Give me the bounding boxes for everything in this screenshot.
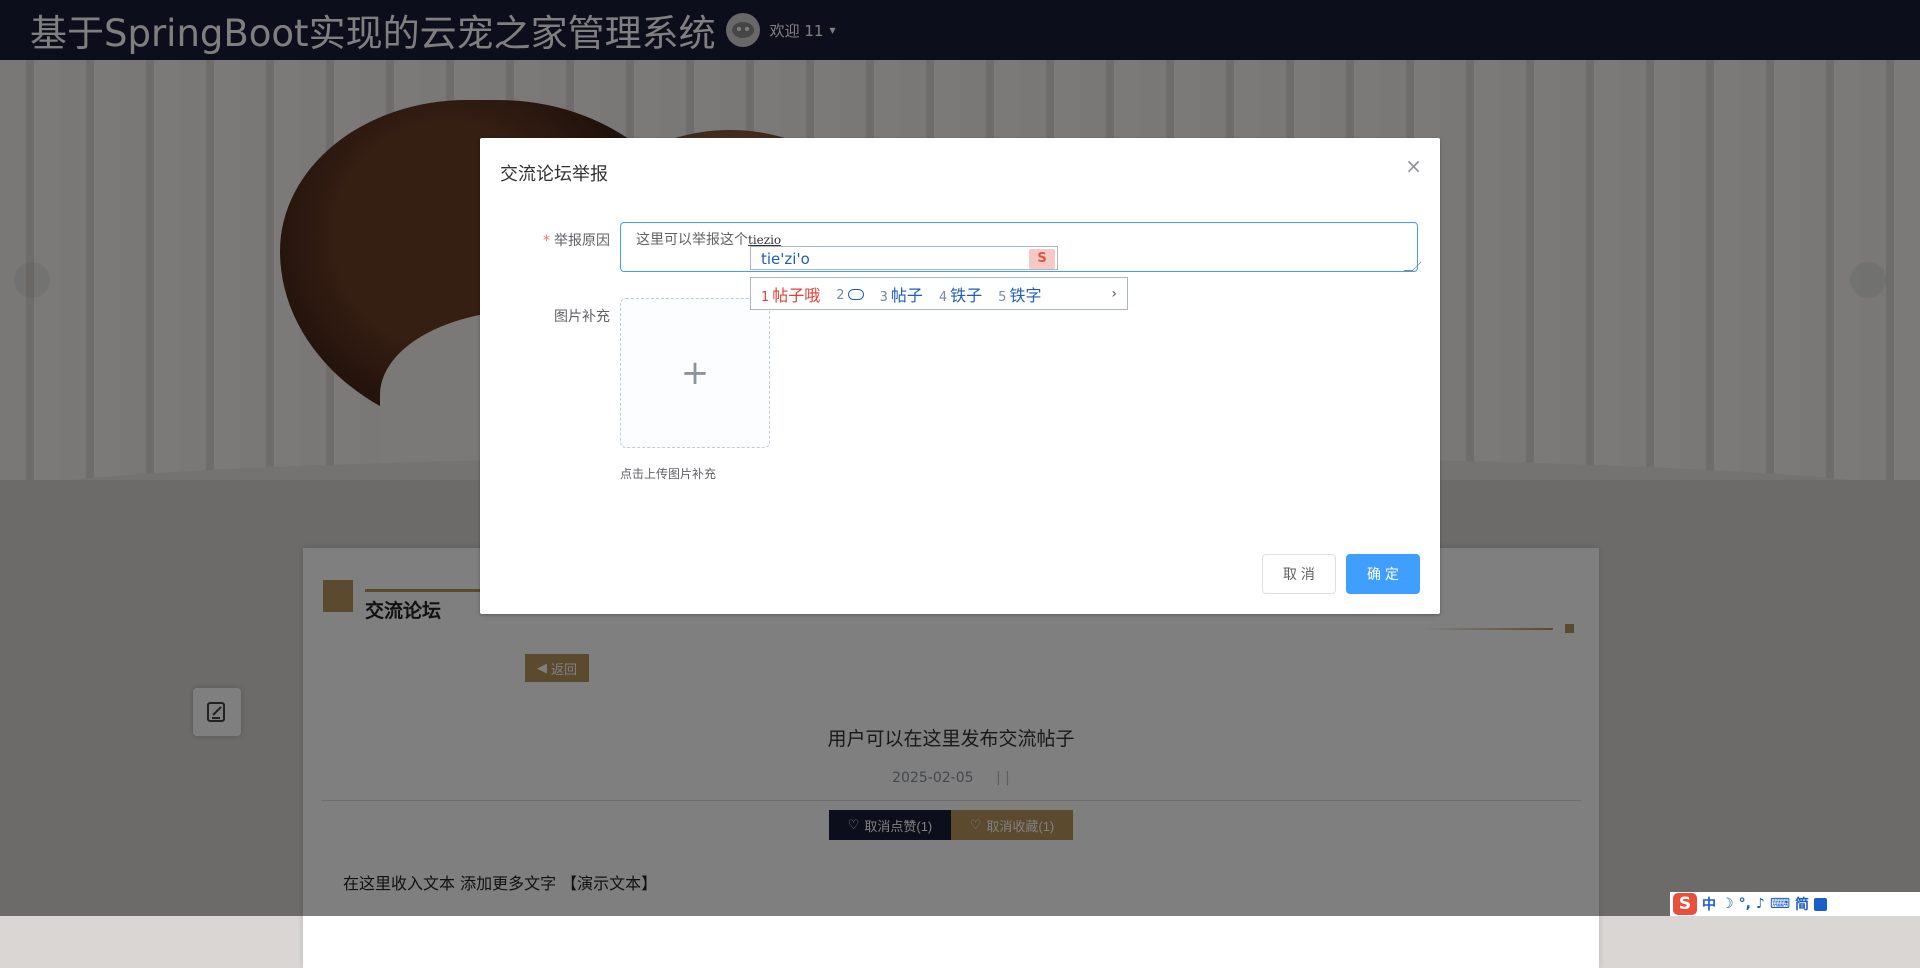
dialog-title: 交流论坛举报: [500, 164, 608, 185]
reason-label-text: 举报原因: [554, 233, 610, 249]
sogou-logo-icon[interactable]: S: [1673, 893, 1697, 915]
upload-tip: 点击上传图片补充: [620, 467, 717, 481]
simplified-toggle[interactable]: 简: [1795, 894, 1809, 914]
plus-icon: +: [680, 353, 710, 393]
ime-candidate-bar: 1 帖子哦 2 3 帖子 4 铁子 5 铁字 ›: [750, 277, 1128, 310]
sogou-ime-toolbar: S 中 ☽ °, ♪ ⌨ 简: [1670, 892, 1920, 916]
microphone-icon[interactable]: ♪: [1756, 896, 1765, 912]
ime-candidate[interactable]: 5 铁字: [998, 282, 1041, 306]
required-mark: *: [543, 233, 550, 249]
cancel-button[interactable]: 取 消: [1262, 554, 1336, 594]
grid-menu-icon[interactable]: [1814, 897, 1828, 911]
keyboard-icon[interactable]: ⌨: [1770, 896, 1790, 912]
cloud-icon: [847, 289, 864, 300]
punctuation-icon[interactable]: °,: [1739, 896, 1751, 912]
close-icon[interactable]: ×: [1405, 154, 1422, 178]
reason-pinyin-preedit: tiezio: [748, 233, 782, 247]
ime-candidate[interactable]: 4 铁子: [939, 282, 982, 306]
chevron-right-icon[interactable]: ›: [1111, 286, 1117, 302]
report-dialog: 交流论坛举报 × * 举报原因 这里可以举报这个tiezio 图片补充 + 点击上…: [480, 138, 1440, 614]
confirm-button[interactable]: 确 定: [1346, 554, 1420, 594]
sogou-logo-icon: S: [1029, 249, 1055, 269]
reason-label: * 举报原因: [500, 230, 610, 250]
ime-candidate-cloud[interactable]: 2: [836, 284, 864, 303]
image-upload-button[interactable]: +: [620, 298, 770, 448]
half-width-icon[interactable]: ☽: [1721, 896, 1734, 912]
ime-composition-text: tie'zi'o: [761, 250, 810, 268]
reason-text: 这里可以举报这个: [636, 232, 748, 248]
ime-candidate[interactable]: 3 帖子: [880, 282, 923, 306]
image-label: 图片补充: [554, 309, 610, 325]
ime-lang-toggle[interactable]: 中: [1702, 894, 1716, 914]
ime-candidate[interactable]: 1 帖子哦: [761, 282, 820, 306]
ime-composition-box: tie'zi'o S: [750, 246, 1058, 270]
